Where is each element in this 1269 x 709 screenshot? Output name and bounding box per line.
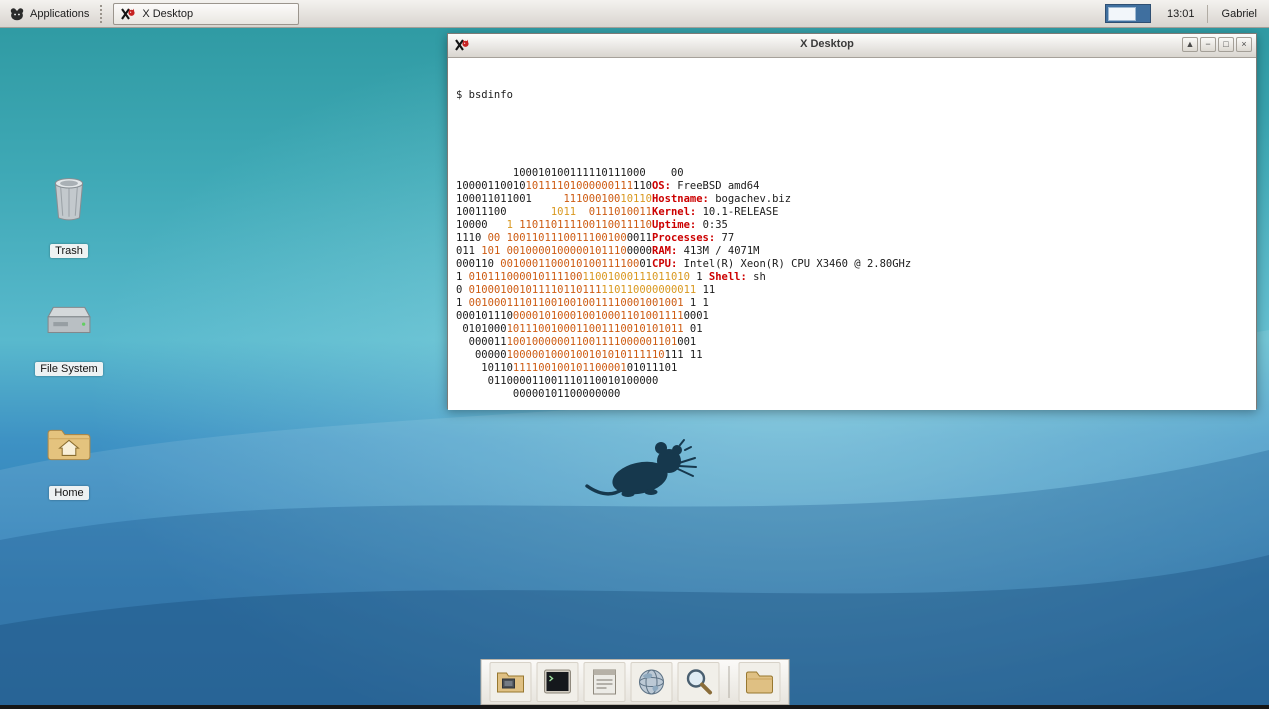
window-daemon-icon — [454, 37, 470, 53]
window-buttons: ▲ − □ × — [1182, 37, 1252, 52]
applications-label: Applications — [30, 8, 89, 20]
dock-terminal-button[interactable] — [536, 662, 578, 702]
desktop-icon-label: Trash — [50, 244, 88, 258]
dock-text-editor-button[interactable] — [583, 662, 625, 702]
terminal-art: 100010100111110111000 001000011001010111… — [456, 167, 1248, 401]
dock-separator — [728, 666, 729, 698]
command-line: $ bsdinfo — [456, 89, 1248, 102]
terminal-art-line: 00000101100000000 — [456, 388, 1248, 401]
dock-home-folder-button[interactable] — [738, 662, 780, 702]
terminal-art-line: 1 01011100001011110011001000111011010 1 … — [456, 271, 1248, 284]
dock — [480, 659, 789, 705]
terminal-art-line: 000011100100000011001111000001101001 — [456, 336, 1248, 349]
terminal-art-line: 000110 001000110001010011110001CPU: Inte… — [456, 258, 1248, 271]
maximize-button[interactable]: □ — [1218, 37, 1234, 52]
terminal-window: X Desktop ▲ − □ × $ bsdinfo 100010100111… — [447, 33, 1257, 409]
panel-separator — [1207, 5, 1208, 23]
daemon-window-icon — [120, 6, 136, 22]
desktop-icon-label: Home — [49, 486, 88, 500]
terminal-art-line: 10011100 1011 0111010011Kernel: 10.1-REL… — [456, 206, 1248, 219]
terminal-art-line: 100010100111110111000 00 — [456, 167, 1248, 180]
terminal-art-line: 1011011110010010110000101011101 — [456, 362, 1248, 375]
terminal-icon — [541, 666, 573, 698]
terminal-art-line: 10000 1 110110111100110011110Uptime: 0:3… — [456, 219, 1248, 232]
dock-app-finder-button[interactable] — [677, 662, 719, 702]
dock-file-manager-button[interactable] — [489, 662, 531, 702]
terminal-art-line: 0 010001001011110110111110110000000011 1… — [456, 284, 1248, 297]
search-icon — [682, 666, 714, 698]
applications-menu-button[interactable]: Applications — [0, 0, 98, 27]
terminal-art-line: 1000011001010111101000000111110OS: FreeB… — [456, 180, 1248, 193]
terminal-art-line: 01010001011100100011001110010101011 01 — [456, 323, 1248, 336]
terminal-art-line: 1110 00 10011011100111001000011Processes… — [456, 232, 1248, 245]
terminal-body[interactable]: $ bsdinfo 100010100111110111000 00100001… — [448, 58, 1256, 410]
clock[interactable]: 13:01 — [1167, 8, 1195, 20]
xfce-mouse-logo — [583, 430, 703, 508]
pager-window-preview — [1108, 7, 1136, 21]
task-button-label: X Desktop — [142, 8, 193, 20]
terminal-art-line: 100011011001 11100010010110Hostname: bog… — [456, 193, 1248, 206]
window-titlebar[interactable]: X Desktop ▲ − □ × — [448, 34, 1256, 58]
workspace-pager[interactable] — [1105, 4, 1151, 23]
xfce-mouse-icon — [9, 6, 25, 22]
panel-handle[interactable] — [100, 5, 109, 23]
desktop-icon-label: File System — [35, 362, 102, 376]
filesystem-icon — [46, 302, 92, 340]
screen-edge — [0, 705, 1269, 709]
home-folder-icon — [46, 426, 92, 464]
top-panel: Applications X Desktop 13:01 Gabriel — [0, 0, 1269, 28]
terminal-art-line: 0001011100000101000100100011010011110001 — [456, 310, 1248, 323]
minimize-button[interactable]: − — [1200, 37, 1216, 52]
desktop-icon-filesystem[interactable]: File System — [27, 302, 111, 377]
close-button[interactable]: × — [1236, 37, 1252, 52]
terminal-art-line: 000001000001000100101010111110111 11 — [456, 349, 1248, 362]
desktop-icon-home[interactable]: Home — [27, 426, 111, 501]
terminal-art-line: 011000011001110110010100000 — [456, 375, 1248, 388]
dock-web-browser-button[interactable] — [630, 662, 672, 702]
terminal-art-line: 011 101 00100001000001011100000RAM: 413M… — [456, 245, 1248, 258]
user-menu-button[interactable]: Gabriel — [1210, 8, 1269, 20]
text-editor-icon — [588, 666, 620, 698]
window-title: X Desktop — [488, 38, 1166, 50]
trash-icon — [48, 176, 90, 222]
screen: Applications X Desktop 13:01 Gabriel — [0, 0, 1269, 709]
terminal-art-line: 1 0010001110110010010011110001001001 1 1 — [456, 297, 1248, 310]
file-manager-icon — [494, 666, 526, 698]
taskbar-window-button[interactable]: X Desktop — [113, 3, 299, 25]
shade-button[interactable]: ▲ — [1182, 37, 1198, 52]
desktop-icon-trash[interactable]: Trash — [27, 176, 111, 259]
web-browser-icon — [635, 666, 667, 698]
folder-icon — [743, 666, 775, 698]
